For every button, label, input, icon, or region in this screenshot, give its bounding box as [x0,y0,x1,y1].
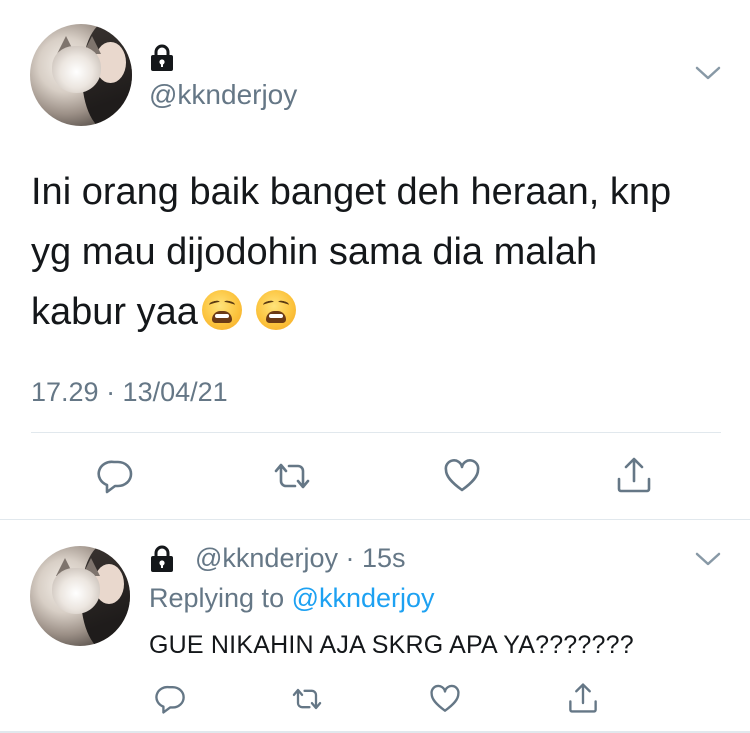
retweet-icon[interactable] [288,682,326,716]
tweet-timestamp[interactable]: 17.29 · 13/04/21 [31,377,228,408]
share-icon[interactable] [614,454,654,496]
tweet-actions [0,452,750,500]
reply-avatar[interactable] [30,546,130,646]
author-handle[interactable]: @kknderjoy [149,80,297,110]
tweet-text-line: kabur yaa [31,282,721,342]
reply-text: GUE NIKAHIN AJA SKRG APA YA??????? [149,631,634,659]
main-tweet: @kknderjoy Ini orang baik banget deh her… [0,0,750,520]
reply-actions [0,678,750,718]
chevron-down-icon[interactable] [694,64,722,87]
like-icon[interactable] [442,456,482,496]
meta-separator: · [345,543,355,573]
weary-face-emoji [255,290,296,330]
tweet-text-line: yg mau dijodohin sama dia malah [31,231,598,273]
like-icon[interactable] [428,682,462,716]
share-icon[interactable] [566,680,600,716]
reply-author-handle[interactable]: @kknderjoy [195,543,338,573]
lock-icon [149,44,175,72]
lock-icon [149,545,175,573]
reply-author-meta: @kknderjoy · 15s [195,543,406,573]
tweet-text-line: Ini orang baik banget deh heraan, knp [31,171,672,213]
weary-face-emoji [201,290,242,330]
replying-prefix: Replying to [149,583,292,613]
replying-to: Replying to @kknderjoy [149,583,435,613]
retweet-icon[interactable] [270,456,314,496]
reply-icon[interactable] [154,682,188,716]
divider [31,432,721,433]
tweet-text-line-3: kabur yaa [31,291,198,333]
chevron-down-icon[interactable] [694,550,722,573]
reply-time[interactable]: 15s [362,543,406,573]
tweet-text: Ini orang baik banget deh heraan, knp yg… [31,162,721,342]
avatar[interactable] [30,24,132,126]
reply-tweet[interactable]: @kknderjoy · 15s Replying to @kknderjoy … [0,520,750,733]
replying-mention-link[interactable]: @kknderjoy [292,583,435,613]
reply-icon[interactable] [96,456,136,496]
